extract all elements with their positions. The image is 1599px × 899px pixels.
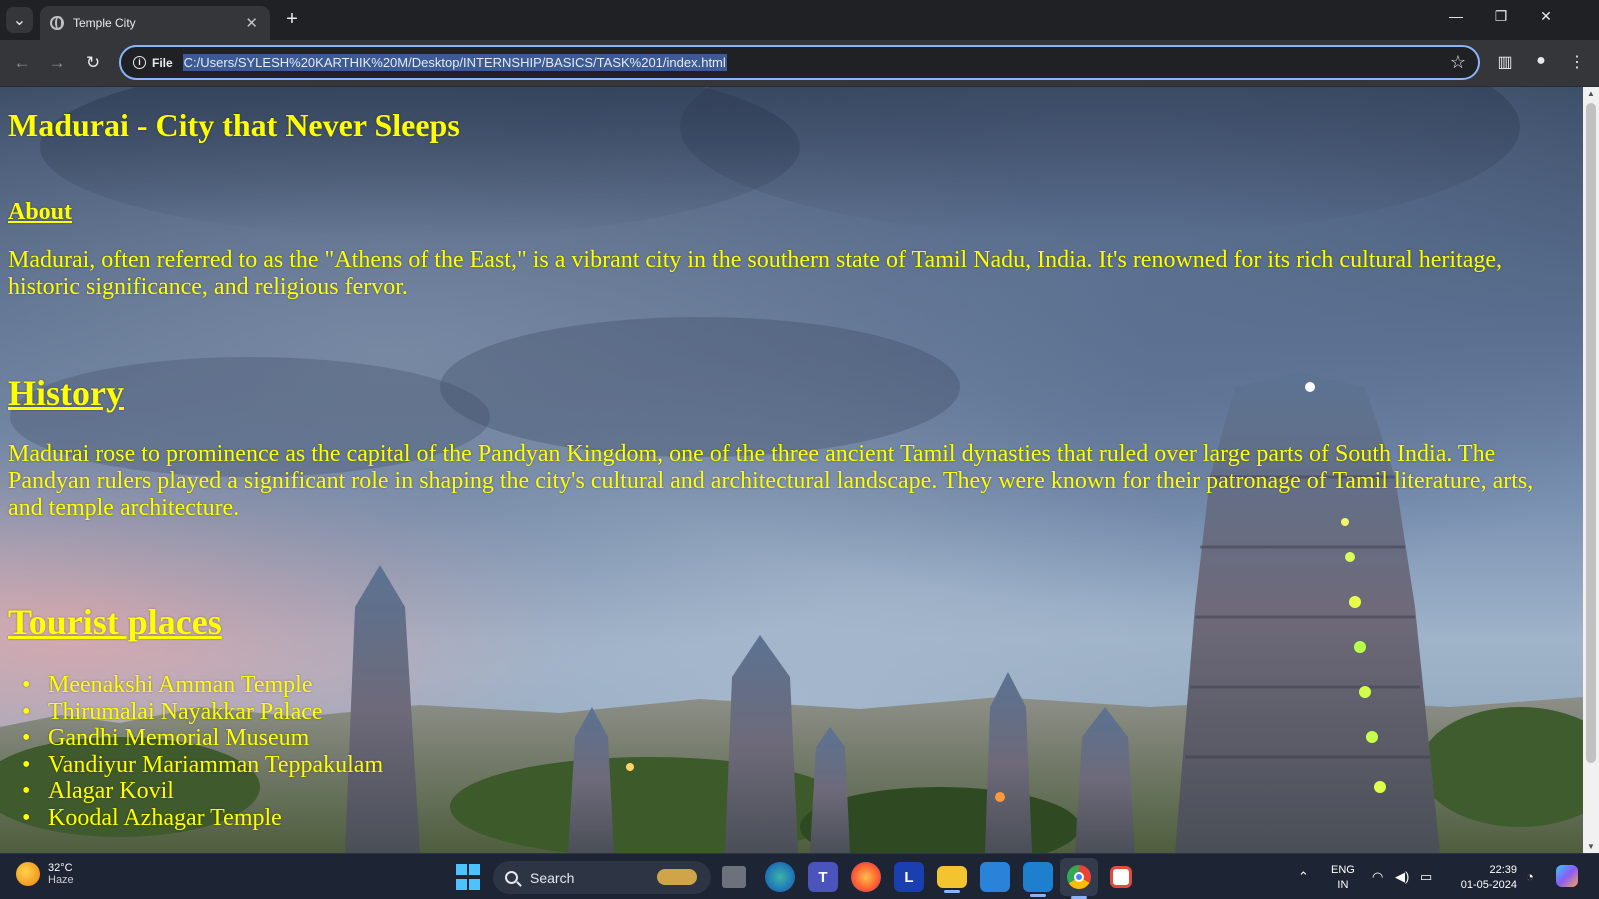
list-item: Gandhi Memorial Museum xyxy=(22,725,383,752)
copilot-tray-icon[interactable] xyxy=(1556,865,1578,887)
browser-tab-strip: ⌄ Temple City ✕ + — ❐ ✕ xyxy=(0,0,1599,40)
chrome-icon[interactable] xyxy=(1060,858,1098,899)
profile-icon[interactable]: ● xyxy=(1530,52,1552,70)
close-icon[interactable]: ✕ xyxy=(245,14,258,32)
vscode-icon[interactable] xyxy=(1023,862,1053,897)
task-view-icon[interactable] xyxy=(722,866,746,888)
teams-icon[interactable]: T xyxy=(808,862,838,892)
weather-condition: Haze xyxy=(48,874,74,886)
minimize-icon[interactable]: — xyxy=(1441,8,1471,24)
taskbar-search-box[interactable]: Search xyxy=(493,861,711,894)
edge-icon[interactable] xyxy=(765,862,795,892)
chevron-up-icon[interactable]: ⌃ xyxy=(1298,869,1309,885)
haze-weather-icon xyxy=(16,862,40,886)
active-indicator xyxy=(1030,894,1046,897)
restore-icon[interactable]: ❐ xyxy=(1486,8,1516,25)
kebab-menu-icon[interactable]: ⋮ xyxy=(1566,52,1588,72)
site-info-button[interactable]: i File xyxy=(129,50,181,75)
list-item: Koodal Azhagar Temple xyxy=(22,805,383,832)
volume-icon[interactable]: ◀) xyxy=(1395,869,1409,885)
scroll-down-icon[interactable]: ▼ xyxy=(1586,842,1596,851)
page-viewport: Madurai - City that Never Sleeps About M… xyxy=(0,87,1583,853)
address-bar[interactable]: i File C:/Users/SYLESH%20KARTHIK%20M/Des… xyxy=(119,45,1480,80)
page-title: Madurai - City that Never Sleeps xyxy=(8,107,460,143)
region-code: IN xyxy=(1337,879,1349,891)
forward-arrow-icon[interactable]: → xyxy=(47,53,67,73)
history-heading: History xyxy=(8,373,124,413)
search-label: Search xyxy=(530,869,575,886)
about-heading: About xyxy=(8,199,73,225)
firefox-icon[interactable] xyxy=(851,862,881,892)
new-tab-button[interactable]: + xyxy=(281,8,303,31)
chrome-logo-icon xyxy=(1067,865,1091,889)
windows-taskbar: 32°C Haze Search T L ⌃ ENG IN ◠ ◀) ▭ 22:… xyxy=(0,853,1599,899)
wifi-icon[interactable]: ◠ xyxy=(1372,869,1383,885)
history-paragraph: Madurai rose to prominence as the capita… xyxy=(8,441,1534,521)
star-icon[interactable]: ☆ xyxy=(1450,52,1466,73)
window-close-icon[interactable]: ✕ xyxy=(1531,8,1561,25)
globe-icon xyxy=(50,16,64,30)
list-item: Alagar Kovil xyxy=(22,778,383,805)
weather-widget[interactable]: 32°C Haze xyxy=(16,862,74,886)
tourist-places-heading: Tourist places xyxy=(8,602,222,642)
store-icon[interactable] xyxy=(980,862,1010,892)
browser-toolbar: ← → ↻ i File C:/Users/SYLESH%20KARTHIK%2… xyxy=(0,40,1599,87)
reload-icon[interactable]: ↻ xyxy=(83,53,103,73)
list-item: Vandiyur Mariamman Teppakulam xyxy=(22,752,383,779)
language-indicator[interactable]: ENG IN xyxy=(1331,863,1355,893)
tab-temple-city[interactable]: Temple City ✕ xyxy=(40,6,270,40)
page-scrollbar[interactable]: ▲ ▼ xyxy=(1583,87,1599,853)
system-clock[interactable]: 22:39 01-05-2024 xyxy=(1455,863,1517,893)
chevron-down-icon[interactable]: ⌄ xyxy=(6,7,33,33)
side-panel-icon[interactable]: ▥ xyxy=(1494,52,1516,72)
windows-start-icon[interactable] xyxy=(455,862,481,892)
battery-icon[interactable]: ▭ xyxy=(1420,869,1432,885)
scroll-up-icon[interactable]: ▲ xyxy=(1586,89,1596,98)
language-code: ENG xyxy=(1331,864,1355,876)
back-arrow-icon[interactable]: ← xyxy=(12,53,32,73)
active-indicator xyxy=(944,890,960,893)
list-item: Thirumalai Nayakkar Palace xyxy=(22,699,383,726)
scrollbar-thumb[interactable] xyxy=(1586,103,1596,763)
tourist-places-list: Meenakshi Amman Temple Thirumalai Nayakk… xyxy=(22,672,383,832)
url-text[interactable]: C:/Users/SYLESH%20KARTHIK%20M/Desktop/IN… xyxy=(182,54,727,71)
site-info-label: File xyxy=(152,55,173,70)
file-explorer-icon[interactable] xyxy=(937,866,967,893)
copilot-icon xyxy=(657,869,697,885)
l-app-icon[interactable]: L xyxy=(894,862,924,892)
tab-title: Temple City xyxy=(73,16,136,30)
clock-date: 01-05-2024 xyxy=(1460,879,1517,891)
snipping-icon[interactable] xyxy=(1110,866,1132,888)
about-paragraph: Madurai, often referred to as the "Athen… xyxy=(8,247,1502,300)
weather-temperature: 32°C xyxy=(48,862,73,874)
info-icon: i xyxy=(133,56,146,69)
clock-time: 22:39 xyxy=(1489,864,1517,876)
list-item: Meenakshi Amman Temple xyxy=(22,672,383,699)
search-icon xyxy=(505,871,518,884)
notification-icon[interactable]: ◔ xyxy=(1526,869,1534,884)
